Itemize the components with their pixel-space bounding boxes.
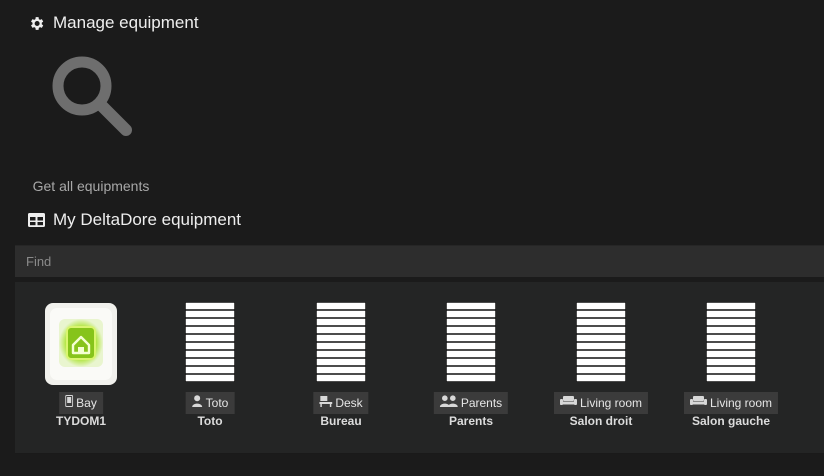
equipment-name: Salon gauche	[691, 414, 771, 428]
roller-shutter-image	[541, 302, 661, 386]
phone-icon	[65, 392, 74, 414]
equipment-tag: Parents	[433, 392, 509, 414]
equipment-name: Parents	[448, 414, 494, 428]
equipment-tag: Living room	[553, 392, 649, 414]
roller-shutter-image	[281, 302, 401, 386]
manage-equipment-label: Manage equipment	[53, 13, 199, 32]
find-search-input[interactable]	[15, 245, 824, 277]
equipment-tag-label: Toto	[205, 396, 229, 410]
equipment-grid: Bay TYDOM1 Toto Toto Desk Bureau Parents…	[15, 282, 824, 454]
table-grid-icon	[28, 213, 45, 227]
manage-equipment-title: Manage equipment	[28, 13, 199, 33]
roller-shutter-image	[411, 302, 531, 386]
sofa-icon	[689, 392, 707, 414]
my-equipment-title: My DeltaDore equipment	[28, 210, 241, 230]
desk-icon	[319, 392, 333, 414]
sofa-icon	[559, 392, 577, 414]
tydom-box-image	[21, 302, 141, 386]
equipment-tag: Toto	[185, 392, 235, 414]
user-icon	[192, 392, 203, 414]
users-icon	[439, 392, 458, 414]
magnifier-icon	[48, 52, 136, 145]
equipment-name: TYDOM1	[55, 414, 106, 428]
equipment-tag-label: Parents	[460, 396, 503, 410]
equipment-tag-label: Living room	[709, 396, 773, 410]
my-equipment-label: My DeltaDore equipment	[53, 210, 242, 229]
equipment-tag-label: Bay	[76, 396, 97, 410]
equipment-name: Toto	[197, 414, 223, 428]
equipment-tag-label: Desk	[335, 396, 363, 410]
equipment-name: Salon droit	[569, 414, 633, 428]
equipment-tag: Desk	[313, 392, 369, 414]
roller-shutter-image	[671, 302, 791, 386]
get-all-equipments-label: Get all equipments	[32, 178, 150, 194]
equipment-tag: Living room	[683, 392, 779, 414]
gear-icon	[28, 15, 45, 32]
equipment-name: Bureau	[320, 414, 362, 428]
roller-shutter-image	[150, 302, 270, 386]
equipment-tag-label: Living room	[579, 396, 643, 410]
equipment-tag: Bay	[59, 392, 103, 414]
